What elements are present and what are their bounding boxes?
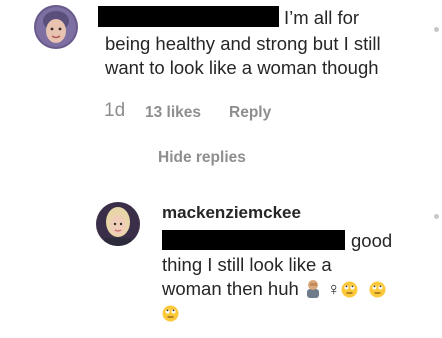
female-sign-icon: ♀	[327, 279, 341, 299]
heart-icon[interactable]	[434, 214, 439, 219]
reply-avatar[interactable]	[96, 202, 140, 246]
commenter-avatar[interactable]	[34, 5, 78, 49]
comment-text-line-1: I’m all for	[284, 7, 360, 28]
rolling-eyes-emoji-icon	[369, 280, 386, 298]
comment-text-line-2: being healthy and strong but I still	[105, 33, 381, 54]
hide-replies-button[interactable]: Hide replies	[158, 149, 246, 167]
reply-text-line-4	[162, 301, 179, 324]
man-facepalming-emoji-icon	[304, 278, 322, 298]
reply-username[interactable]: mackenziemckee	[162, 203, 301, 223]
rolling-eyes-emoji-icon	[162, 304, 179, 322]
comment-timestamp: 1d	[104, 100, 126, 121]
reply-button[interactable]: Reply	[229, 104, 271, 122]
rolling-eyes-emoji-icon	[341, 280, 358, 298]
reply-text-line-1: good	[351, 230, 393, 251]
reply-text-line-2: thing I still look like a	[162, 254, 332, 275]
heart-icon[interactable]	[434, 27, 439, 32]
reply-text-line-3-text: woman then huh	[162, 278, 299, 299]
reply-text-line-3: woman then huh ♀	[162, 277, 386, 301]
redacted-username	[98, 6, 279, 27]
likes-count[interactable]: 13 likes	[145, 104, 201, 122]
comment-text-line-3: want to look like a woman though	[105, 57, 379, 78]
redacted-mention	[162, 230, 345, 250]
